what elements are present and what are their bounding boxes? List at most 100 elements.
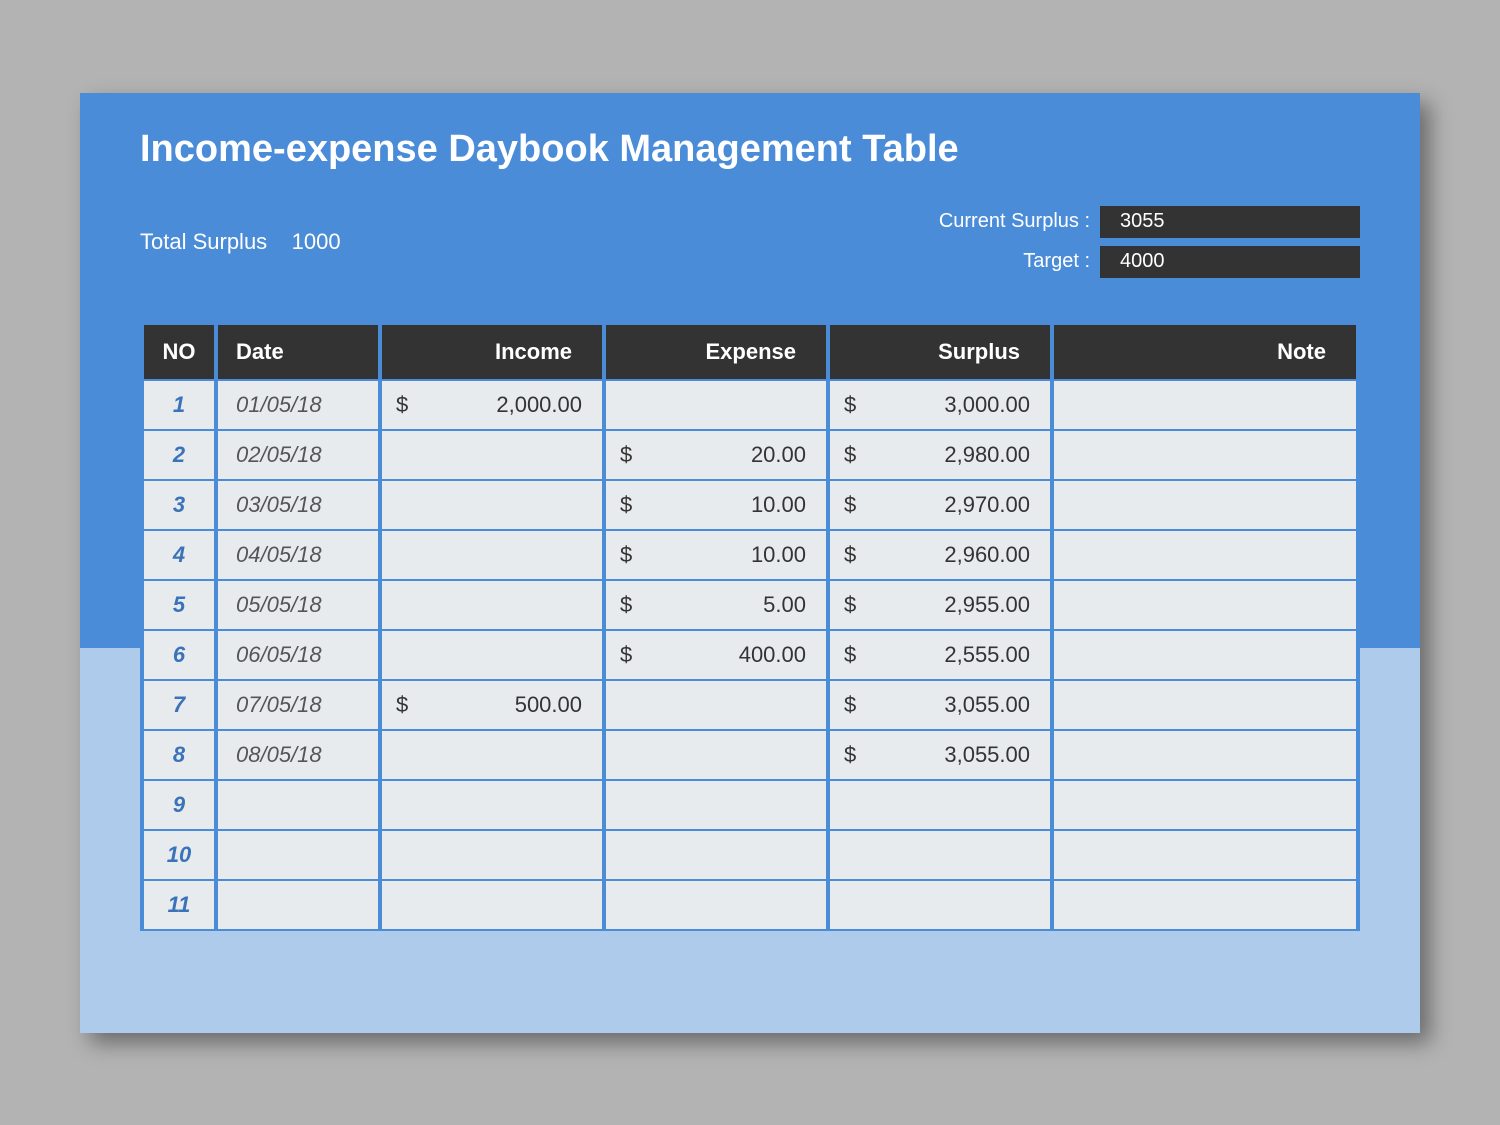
cell-date[interactable]: 08/05/18 — [218, 731, 378, 779]
cell-surplus[interactable]: $2,955.00 — [830, 581, 1050, 629]
col-header-note[interactable]: Note — [1054, 325, 1356, 379]
cell-income[interactable] — [382, 631, 602, 679]
cell-surplus[interactable] — [830, 881, 1050, 929]
cell-date[interactable]: 01/05/18 — [218, 381, 378, 429]
current-surplus-item: Current Surplus : 3055 — [939, 206, 1360, 238]
current-surplus-value[interactable]: 3055 — [1100, 206, 1360, 238]
cell-date[interactable]: 06/05/18 — [218, 631, 378, 679]
cell-no[interactable]: 7 — [144, 681, 214, 729]
cell-surplus[interactable]: $3,055.00 — [830, 731, 1050, 779]
cell-surplus[interactable]: $2,980.00 — [830, 431, 1050, 479]
cell-income[interactable] — [382, 531, 602, 579]
cell-income[interactable]: $500.00 — [382, 681, 602, 729]
spreadsheet-sheet: Income-expense Daybook Management Table … — [80, 93, 1420, 1033]
table-row: 404/05/18 $10.00$2,960.00 — [144, 531, 1356, 579]
table-row: 606/05/18 $400.00$2,555.00 — [144, 631, 1356, 679]
cell-note[interactable] — [1054, 831, 1356, 879]
cell-no[interactable]: 1 — [144, 381, 214, 429]
cell-expense[interactable]: $5.00 — [606, 581, 826, 629]
cell-date[interactable] — [218, 781, 378, 829]
total-surplus: Total Surplus 1000 — [140, 229, 939, 255]
cell-expense[interactable] — [606, 781, 826, 829]
table-row: 303/05/18 $10.00$2,970.00 — [144, 481, 1356, 529]
table-row: 101/05/18$2,000.00 $3,000.00 — [144, 381, 1356, 429]
table-header-row: NO Date Income Expense Surplus Note — [144, 325, 1356, 379]
cell-no[interactable]: 5 — [144, 581, 214, 629]
cell-income[interactable] — [382, 431, 602, 479]
cell-surplus[interactable]: $3,055.00 — [830, 681, 1050, 729]
cell-date[interactable] — [218, 831, 378, 879]
cell-expense[interactable] — [606, 881, 826, 929]
cell-date[interactable]: 03/05/18 — [218, 481, 378, 529]
summary-row: Total Surplus 1000 Current Surplus : 305… — [140, 206, 1360, 278]
cell-income[interactable] — [382, 781, 602, 829]
cell-surplus[interactable] — [830, 831, 1050, 879]
cell-note[interactable] — [1054, 481, 1356, 529]
cell-note[interactable] — [1054, 381, 1356, 429]
target-value[interactable]: 4000 — [1100, 246, 1360, 278]
cell-no[interactable]: 8 — [144, 731, 214, 779]
cell-surplus[interactable]: $3,000.00 — [830, 381, 1050, 429]
target-label: Target : — [1023, 250, 1090, 273]
cell-no[interactable]: 6 — [144, 631, 214, 679]
cell-surplus[interactable]: $2,960.00 — [830, 531, 1050, 579]
cell-note[interactable] — [1054, 431, 1356, 479]
cell-date[interactable]: 02/05/18 — [218, 431, 378, 479]
cell-income[interactable] — [382, 831, 602, 879]
cell-date[interactable]: 07/05/18 — [218, 681, 378, 729]
table-body: 101/05/18$2,000.00 $3,000.00 202/05/18 $20.… — [144, 381, 1356, 929]
table-row: 11 — [144, 881, 1356, 929]
cell-income[interactable] — [382, 581, 602, 629]
cell-no[interactable]: 2 — [144, 431, 214, 479]
cell-income[interactable] — [382, 481, 602, 529]
col-header-date[interactable]: Date — [218, 325, 378, 379]
cell-expense[interactable]: $20.00 — [606, 431, 826, 479]
cell-expense[interactable]: $400.00 — [606, 631, 826, 679]
cell-income[interactable]: $2,000.00 — [382, 381, 602, 429]
header-area: Income-expense Daybook Management Table … — [80, 93, 1420, 288]
cell-no[interactable]: 4 — [144, 531, 214, 579]
col-header-expense[interactable]: Expense — [606, 325, 826, 379]
page-title: Income-expense Daybook Management Table — [140, 128, 1360, 171]
cell-no[interactable]: 11 — [144, 881, 214, 929]
col-header-no[interactable]: NO — [144, 325, 214, 379]
cell-date[interactable]: 05/05/18 — [218, 581, 378, 629]
col-header-income[interactable]: Income — [382, 325, 602, 379]
table-row: 9 — [144, 781, 1356, 829]
table-row: 707/05/18$500.00 $3,055.00 — [144, 681, 1356, 729]
cell-expense[interactable]: $10.00 — [606, 481, 826, 529]
cell-surplus[interactable]: $2,555.00 — [830, 631, 1050, 679]
right-summary: Current Surplus : 3055 Target : 4000 — [939, 206, 1360, 278]
cell-note[interactable] — [1054, 781, 1356, 829]
cell-expense[interactable] — [606, 381, 826, 429]
cell-date[interactable]: 04/05/18 — [218, 531, 378, 579]
cell-income[interactable] — [382, 731, 602, 779]
cell-expense[interactable] — [606, 731, 826, 779]
cell-expense[interactable] — [606, 831, 826, 879]
cell-income[interactable] — [382, 881, 602, 929]
cell-note[interactable] — [1054, 731, 1356, 779]
cell-surplus[interactable]: $2,970.00 — [830, 481, 1050, 529]
table-row: 808/05/18 $3,055.00 — [144, 731, 1356, 779]
total-surplus-label: Total Surplus — [140, 229, 267, 254]
total-surplus-value: 1000 — [292, 229, 341, 254]
cell-surplus[interactable] — [830, 781, 1050, 829]
cell-note[interactable] — [1054, 881, 1356, 929]
col-header-surplus[interactable]: Surplus — [830, 325, 1050, 379]
current-surplus-label: Current Surplus : — [939, 210, 1090, 233]
daybook-table: NO Date Income Expense Surplus Note 101/… — [140, 323, 1360, 931]
cell-no[interactable]: 10 — [144, 831, 214, 879]
table-row: 505/05/18 $5.00$2,955.00 — [144, 581, 1356, 629]
target-item: Target : 4000 — [939, 246, 1360, 278]
cell-note[interactable] — [1054, 581, 1356, 629]
cell-note[interactable] — [1054, 681, 1356, 729]
cell-no[interactable]: 9 — [144, 781, 214, 829]
cell-expense[interactable] — [606, 681, 826, 729]
table-row: 202/05/18 $20.00$2,980.00 — [144, 431, 1356, 479]
cell-expense[interactable]: $10.00 — [606, 531, 826, 579]
cell-note[interactable] — [1054, 631, 1356, 679]
cell-date[interactable] — [218, 881, 378, 929]
cell-no[interactable]: 3 — [144, 481, 214, 529]
cell-note[interactable] — [1054, 531, 1356, 579]
table-area: NO Date Income Expense Surplus Note 101/… — [140, 323, 1360, 931]
